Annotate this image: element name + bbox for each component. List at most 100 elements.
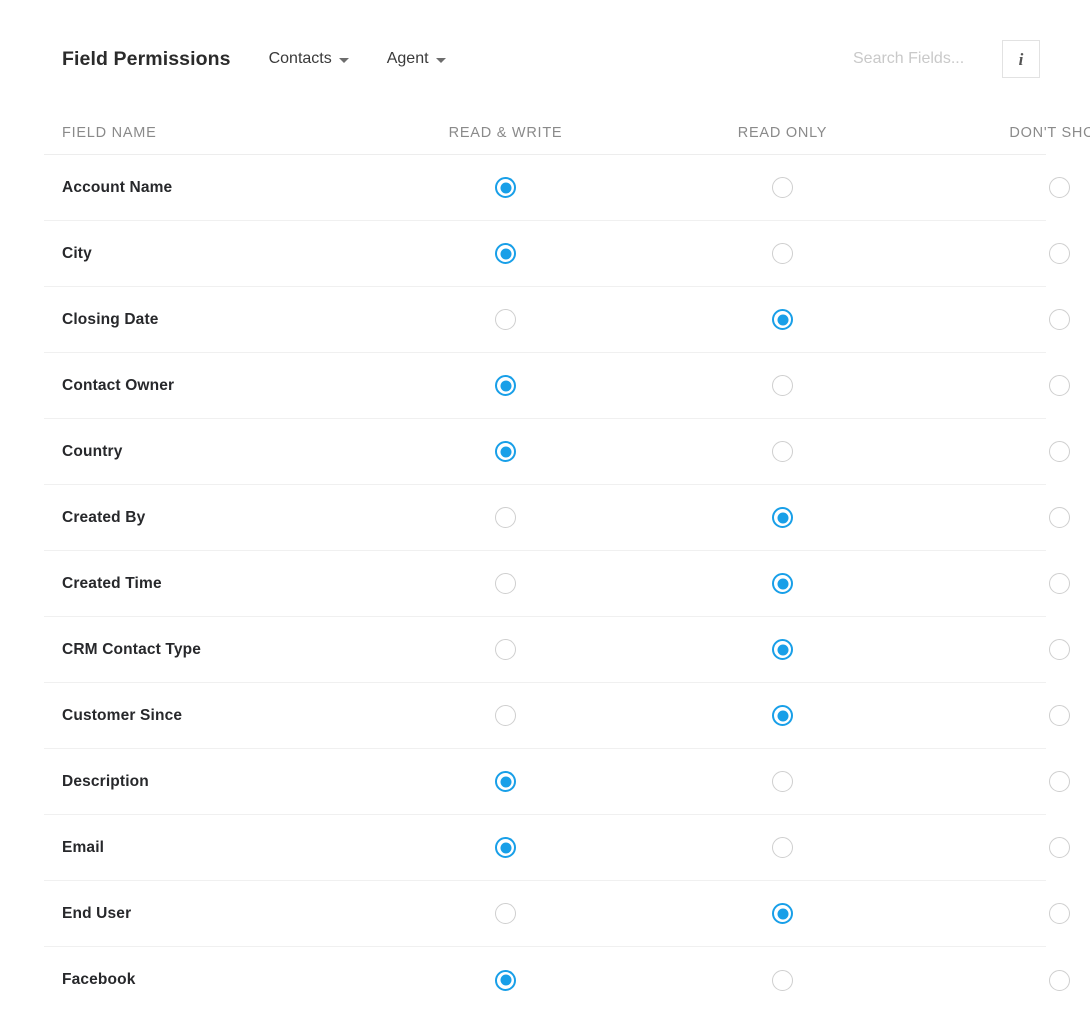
radio-dont-show[interactable]: [1049, 771, 1070, 792]
permission-cell-dont-show: [921, 309, 1090, 330]
radio-dont-show[interactable]: [1049, 969, 1070, 991]
permission-cell-read-write: [367, 375, 644, 396]
permission-cell-read-only: [644, 243, 921, 264]
permission-cell-read-only: [644, 507, 921, 528]
radio-read-only[interactable]: [772, 771, 793, 792]
permission-cell-read-only: [644, 639, 921, 660]
radio-read-only[interactable]: [772, 375, 793, 396]
radio-read-write[interactable]: [495, 903, 516, 924]
radio-dont-show[interactable]: [1049, 243, 1070, 264]
radio-dont-show[interactable]: [1049, 375, 1070, 396]
permission-cell-dont-show: [921, 375, 1090, 396]
radio-read-write[interactable]: [495, 309, 516, 330]
column-header-dont-show: DON'T SHOW: [1009, 125, 1090, 141]
radio-read-write[interactable]: [495, 573, 516, 594]
permission-cell-read-only: [644, 375, 921, 396]
radio-dont-show[interactable]: [1049, 837, 1070, 858]
table-row: Contact Owner: [44, 353, 1070, 419]
permission-cell-read-write: [367, 705, 644, 726]
table-header-row: FIELD NAME READ & WRITE READ ONLY DON'T …: [44, 112, 1090, 155]
field-permissions-page: Field Permissions Contacts Agent i FIELD…: [0, 0, 1090, 1033]
radio-read-write[interactable]: [495, 243, 516, 264]
radio-read-write[interactable]: [495, 705, 516, 726]
field-name-cell: Country: [44, 443, 367, 461]
search-input[interactable]: [853, 50, 988, 68]
table-row: Created Time: [44, 551, 1070, 617]
permission-cell-read-write: [367, 243, 644, 264]
radio-dont-show[interactable]: [1049, 177, 1070, 198]
radio-read-write[interactable]: [495, 177, 516, 198]
permission-cell-read-write: [367, 507, 644, 528]
radio-read-only[interactable]: [772, 903, 793, 924]
permission-cell-read-write: [367, 771, 644, 792]
field-name-cell: Contact Owner: [44, 377, 367, 395]
radio-read-only[interactable]: [772, 177, 793, 198]
radio-read-write[interactable]: [495, 375, 516, 396]
radio-read-only[interactable]: [772, 573, 793, 594]
field-name-cell: End User: [44, 905, 367, 923]
radio-dont-show[interactable]: [1049, 507, 1070, 528]
permission-cell-dont-show: [921, 639, 1090, 660]
table-row: End User: [44, 881, 1070, 947]
field-name-cell: Account Name: [44, 179, 367, 197]
permission-cell-read-write: [367, 969, 644, 991]
radio-dont-show[interactable]: [1049, 441, 1070, 462]
field-permissions-table: FIELD NAME READ & WRITE READ ONLY DON'T …: [44, 112, 1090, 1013]
radio-read-only[interactable]: [772, 441, 793, 462]
radio-read-write[interactable]: [495, 837, 516, 858]
field-name-label: Description: [62, 772, 149, 790]
module-dropdown-contacts[interactable]: Contacts: [269, 50, 349, 68]
radio-dont-show[interactable]: [1049, 573, 1070, 594]
permission-cell-read-write: [367, 903, 644, 924]
column-header-field-name: FIELD NAME: [62, 125, 157, 141]
radio-read-write[interactable]: [495, 507, 516, 528]
permission-cell-dont-show: [921, 969, 1090, 991]
permission-cell-read-only: [644, 969, 921, 991]
field-name-label: Country: [62, 442, 123, 460]
radio-read-only[interactable]: [772, 309, 793, 330]
column-header-read-only: READ ONLY: [737, 125, 828, 141]
radio-read-only[interactable]: [772, 639, 793, 660]
radio-read-write[interactable]: [495, 639, 516, 660]
field-name-label: Contact Owner: [62, 376, 175, 394]
permission-cell-read-only: [644, 705, 921, 726]
info-button[interactable]: i: [1002, 40, 1040, 78]
radio-dont-show[interactable]: [1049, 903, 1070, 924]
field-name-label: Created By: [62, 508, 146, 526]
field-name-label: Customer Since: [62, 706, 183, 724]
field-name-cell: Closing Date: [44, 311, 367, 329]
radio-read-write[interactable]: [495, 771, 516, 792]
radio-read-only[interactable]: [772, 507, 793, 528]
permission-cell-read-only: [644, 309, 921, 330]
field-name-cell: CRM Contact Type: [44, 641, 367, 659]
radio-read-only[interactable]: [772, 837, 793, 858]
radio-dont-show[interactable]: [1049, 705, 1070, 726]
permission-cell-read-write: [367, 441, 644, 462]
field-name-cell: Email: [44, 839, 367, 857]
field-name-cell: City: [44, 245, 367, 263]
field-name-label: Email: [62, 838, 105, 856]
info-icon: i: [1018, 49, 1024, 69]
radio-read-only[interactable]: [772, 243, 793, 264]
chevron-down-icon: [338, 58, 349, 63]
radio-dont-show[interactable]: [1049, 309, 1070, 330]
permission-cell-read-write: [367, 309, 644, 330]
radio-read-write[interactable]: [495, 969, 516, 991]
profile-dropdown-agent[interactable]: Agent: [387, 50, 446, 68]
module-dropdown-contacts-label: Contacts: [268, 50, 332, 67]
radio-read-only[interactable]: [772, 705, 793, 726]
field-name-cell: Created Time: [44, 575, 367, 593]
table-row: Country: [44, 419, 1070, 485]
permission-cell-dont-show: [921, 177, 1090, 198]
table-row: Description: [44, 749, 1070, 815]
radio-dont-show[interactable]: [1049, 639, 1070, 660]
permission-cell-dont-show: [921, 243, 1090, 264]
radio-read-only[interactable]: [772, 969, 793, 991]
column-header-read-write: READ & WRITE: [448, 125, 563, 141]
permission-cell-read-only: [644, 177, 921, 198]
field-name-label: Closing Date: [62, 310, 159, 328]
radio-read-write[interactable]: [495, 441, 516, 462]
permission-cell-dont-show: [921, 903, 1090, 924]
table-row: Created By: [44, 485, 1070, 551]
field-name-label: End User: [62, 904, 132, 922]
